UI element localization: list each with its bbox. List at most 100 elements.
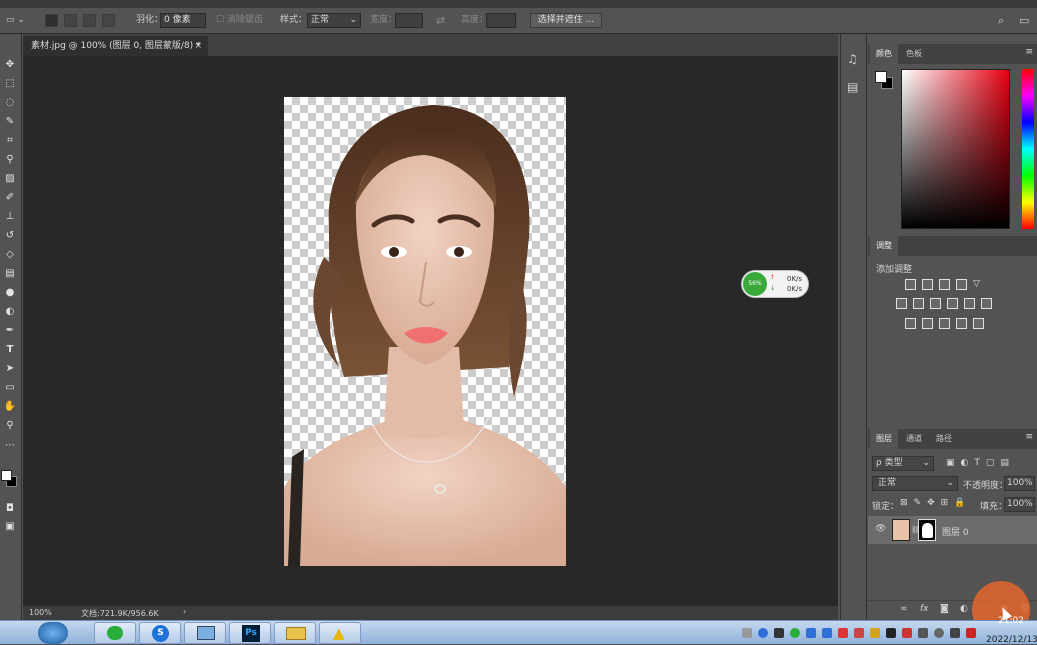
gradient-tool-icon[interactable]: ▤ [2, 265, 18, 281]
pen-tool-icon[interactable]: ✒ [2, 322, 18, 338]
lock-icons[interactable]: ⊠✎✥⊞🔒 [900, 498, 971, 508]
black-white-icon[interactable] [930, 298, 941, 309]
rectangle-tool-icon[interactable]: ▭ [2, 379, 18, 395]
tab-swatches[interactable]: 色板 [900, 44, 928, 64]
keyboard-tray-icon[interactable] [742, 628, 752, 638]
subtract-selection-button[interactable] [83, 14, 96, 27]
tray-icon-6[interactable] [822, 628, 832, 638]
workspace-icon[interactable]: ▭ [1019, 13, 1029, 28]
tray-icon-5[interactable] [806, 628, 816, 638]
search-icon[interactable]: ⌕ [998, 13, 1004, 28]
blend-mode-select[interactable]: 正常 ⌄ [872, 476, 958, 491]
swap-icon[interactable]: ⇄ [436, 13, 445, 28]
color-field-picker[interactable] [901, 69, 1010, 229]
layer-filter-select[interactable]: ρ 类型 ⌄ [872, 456, 934, 471]
fill-input[interactable]: 100% [1004, 497, 1035, 512]
healing-brush-tool-icon[interactable]: ▨ [2, 170, 18, 186]
tray-icon-8[interactable] [854, 628, 864, 638]
quick-select-tool-icon[interactable]: ✎ [2, 113, 18, 129]
clone-stamp-tool-icon[interactable]: ⊥ [2, 208, 18, 224]
tray-icon-11[interactable] [902, 628, 912, 638]
tray-icon-7[interactable] [838, 628, 848, 638]
hand-tool-icon[interactable]: ✋ [2, 398, 18, 414]
tray-icon-13[interactable] [934, 628, 944, 638]
style-select[interactable]: 正常 ⌄ [307, 13, 361, 28]
add-selection-button[interactable] [64, 14, 77, 27]
zoom-tool-icon[interactable]: ⚲ [2, 417, 18, 433]
gradient-map-icon[interactable] [973, 318, 984, 329]
move-tool-icon[interactable]: ✥ [2, 56, 18, 72]
channel-mixer-icon[interactable] [964, 298, 975, 309]
volume-tray-icon[interactable] [918, 628, 928, 638]
crop-tool-icon[interactable]: ⌗ [2, 132, 18, 148]
add-mask-icon[interactable]: ◙ [940, 604, 949, 614]
foreground-color-swatch[interactable] [1, 470, 12, 481]
invert-icon[interactable] [905, 318, 916, 329]
selective-color-icon[interactable] [956, 318, 967, 329]
eye-icon[interactable]: 👁 [875, 524, 886, 534]
threshold-icon[interactable] [939, 318, 950, 329]
new-adjustment-layer-icon[interactable]: ◐ [960, 604, 968, 614]
tab-channels[interactable]: 通道 [900, 429, 928, 449]
wechat-tray-icon[interactable] [790, 628, 800, 638]
levels-icon[interactable] [922, 279, 933, 290]
layer-row[interactable]: 👁 ⛓ 图层 0 [868, 516, 1037, 544]
vibrance-icon[interactable]: ▽ [973, 279, 984, 290]
screen-mode-icon[interactable]: ▣ [2, 518, 18, 534]
height-input[interactable] [486, 13, 516, 28]
new-selection-button[interactable] [45, 14, 58, 27]
help-tray-icon[interactable] [758, 628, 768, 638]
width-input[interactable] [395, 13, 423, 28]
hue-slider[interactable] [1022, 69, 1034, 229]
tray-icon-9[interactable] [870, 628, 880, 638]
photoshop-taskbar-button[interactable]: Ps [229, 622, 271, 644]
document-tab[interactable]: 素材.jpg @ 100% (图层 0, 图层蒙版/8) * × [23, 36, 208, 56]
color-lookup-icon[interactable] [981, 298, 992, 309]
zoom-level[interactable]: 100% [29, 608, 52, 617]
posterize-icon[interactable] [922, 318, 933, 329]
eyedropper-tool-icon[interactable]: ⚲ [2, 151, 18, 167]
hue-saturation-icon[interactable] [896, 298, 907, 309]
path-select-tool-icon[interactable]: ➤ [2, 360, 18, 376]
network-speed-widget[interactable]: 56% ↑ ↓ 0K/s 0K/s [741, 270, 809, 298]
marquee-preset-button[interactable]: ▭ ⌄ [6, 13, 34, 28]
history-brush-tool-icon[interactable]: ↺ [2, 227, 18, 243]
feather-input[interactable]: 0 像素 [160, 13, 206, 28]
dodge-tool-icon[interactable]: ◐ [2, 303, 18, 319]
eraser-tool-icon[interactable]: ◇ [2, 246, 18, 262]
layers-panel-menu-icon[interactable]: ≡ [1025, 432, 1033, 442]
marquee-tool-icon[interactable]: ⬚ [2, 75, 18, 91]
tab-layers[interactable]: 图层 [870, 429, 898, 449]
antialias-checkbox[interactable]: ☐ 消除锯齿 [216, 13, 263, 28]
sogou-taskbar-button[interactable]: S [139, 622, 181, 644]
tab-color[interactable]: 颜色 [870, 44, 898, 64]
tab-adjustments[interactable]: 调整 [870, 236, 898, 256]
history-panel-icon[interactable]: ♫ [847, 52, 858, 66]
blur-tool-icon[interactable]: ● [2, 284, 18, 300]
close-icon[interactable]: × [194, 36, 202, 56]
explorer-taskbar-button[interactable] [274, 622, 316, 644]
network-tray-icon[interactable] [950, 628, 960, 638]
type-tool-icon[interactable]: T [2, 341, 18, 357]
color-panel-foreground[interactable] [875, 71, 887, 83]
quick-mask-icon[interactable]: ◘ [2, 500, 18, 516]
fx-button[interactable]: fx [920, 604, 929, 614]
panel-menu-icon[interactable]: ≡ [1025, 47, 1033, 57]
link-layers-icon[interactable]: ∞ [900, 604, 908, 614]
more-tools-icon[interactable]: ⋯ [2, 437, 18, 453]
layer-name[interactable]: 图层 0 [942, 525, 969, 538]
layer-thumbnail[interactable] [892, 519, 910, 541]
select-and-mask-button[interactable]: 选择并遮住 ... [530, 13, 602, 28]
properties-panel-icon[interactable]: ▤ [847, 80, 858, 94]
tab-paths[interactable]: 路径 [930, 429, 958, 449]
tray-icon-15[interactable] [966, 628, 976, 638]
taskbar-time[interactable]: 21:02 [986, 616, 1036, 627]
layer-filter-icons[interactable]: ▣◐T▢▤ [946, 458, 1015, 468]
brush-tool-icon[interactable]: ✐ [2, 189, 18, 205]
color-balance-icon[interactable] [913, 298, 924, 309]
curves-icon[interactable] [939, 279, 950, 290]
document-canvas-image[interactable] [284, 97, 566, 566]
qq-tray-icon[interactable] [886, 628, 896, 638]
warning-taskbar-button[interactable]: ▲ [319, 622, 361, 644]
start-button[interactable] [38, 622, 68, 644]
